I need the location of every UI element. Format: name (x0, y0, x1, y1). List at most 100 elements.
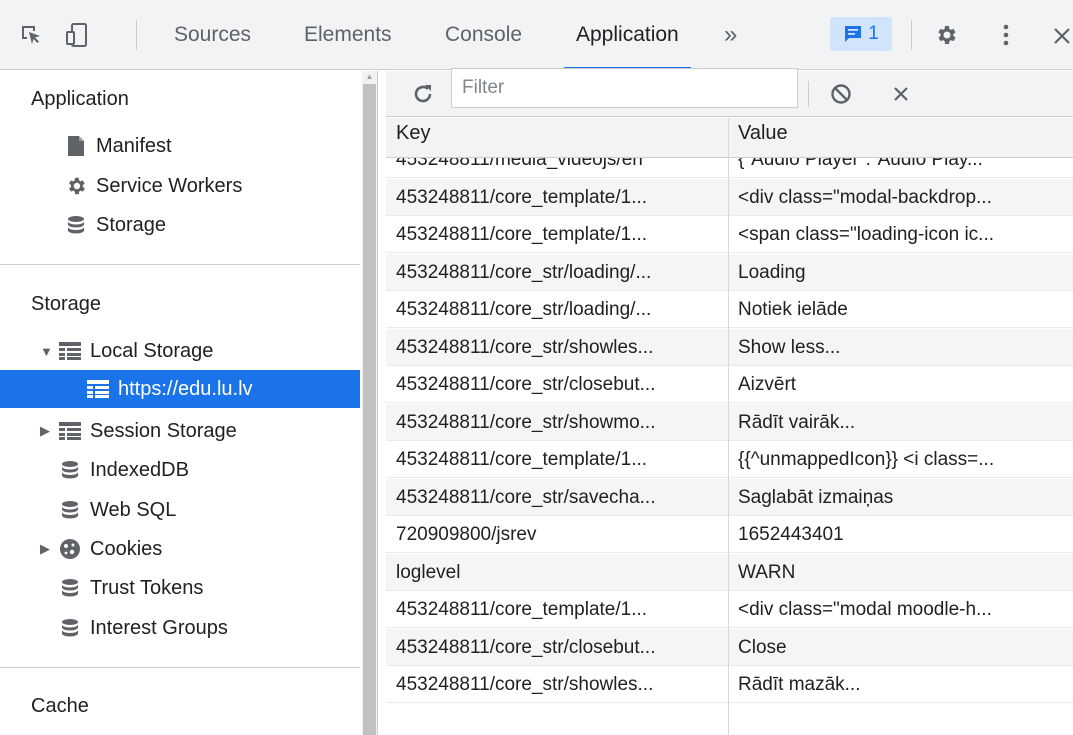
table-row[interactable]: 453248811/core_str/loading/... Loading (386, 253, 1073, 291)
sidebar-item-cookies[interactable]: ▶ Cookies (0, 530, 360, 568)
value-cell[interactable]: Saglabāt izmaiņas (738, 479, 1068, 516)
sidebar-item-label: Trust Tokens (90, 576, 204, 599)
column-divider[interactable] (728, 118, 729, 735)
value-cell[interactable]: Show less... (738, 329, 1068, 366)
section-title-storage: Storage (31, 293, 102, 315)
gear-icon (64, 174, 88, 198)
key-cell[interactable]: 453248811/core_str/showles... (396, 329, 722, 366)
value-cell[interactable]: <span class="loading-icon ic... (738, 216, 1068, 253)
database-icon (64, 213, 88, 237)
sidebar-item-service-workers[interactable]: Service Workers (0, 167, 360, 205)
sidebar-item-interest-groups[interactable]: Interest Groups (0, 609, 360, 647)
more-tabs-button[interactable]: » (724, 0, 737, 69)
table-row[interactable]: 453248811/core_str/savecha... Saglabāt iz… (386, 478, 1073, 516)
device-toolbar-icon[interactable] (60, 0, 94, 69)
value-cell[interactable]: Notiek ielāde (738, 291, 1068, 328)
sidebar-scrollbar-thumb[interactable] (363, 84, 376, 735)
table-row[interactable]: 453248811/core_str/closebut... Aizvērt (386, 366, 1073, 403)
section-title-application: Application (31, 88, 129, 110)
value-cell[interactable]: Close (738, 629, 1068, 666)
clear-all-icon[interactable] (827, 71, 855, 117)
document-icon (64, 134, 88, 158)
key-cell[interactable]: 453248811/core_template/1... (396, 216, 722, 253)
table-row[interactable]: 453248811/core_str/showles... Show less..… (386, 328, 1073, 366)
sidebar-item-session-storage[interactable]: ▶ Session Storage (0, 412, 360, 450)
sidebar-item-label: Cookies (90, 537, 163, 560)
close-devtools-icon[interactable] (1050, 0, 1072, 69)
table-row[interactable]: 453248811/core_template/1... {{^unmappedI… (386, 441, 1073, 478)
application-sidebar: Application Manifest Service Workers Sto… (0, 71, 362, 735)
key-cell[interactable]: 453248811/core_template/1... (396, 441, 722, 478)
value-cell[interactable]: Aizvērt (738, 366, 1068, 403)
table-row[interactable]: 453248811/core_template/1... <div class="… (386, 591, 1073, 628)
sidebar-item-local-origin[interactable]: https://edu.lu.lv (0, 370, 360, 408)
key-cell[interactable]: 453248811/core_str/closebut... (396, 366, 722, 403)
value-cell[interactable]: Rādīt mazāk... (738, 666, 1068, 703)
sidebar-item-label: Local Storage (90, 339, 214, 362)
expanded-arrow-icon[interactable]: ▼ (40, 344, 58, 359)
key-cell[interactable]: 453248811/core_template/1... (396, 591, 722, 628)
delete-selected-icon[interactable] (889, 71, 913, 117)
sidebar-item-label: Service Workers (96, 174, 243, 197)
key-cell[interactable]: loglevel (396, 554, 722, 591)
key-cell[interactable]: 453248811/core_str/showmo... (396, 404, 722, 441)
value-cell[interactable]: WARN (738, 554, 1068, 591)
refresh-icon[interactable] (408, 71, 438, 117)
column-header-key[interactable]: Key (396, 122, 430, 145)
tab-application[interactable]: Application (564, 0, 691, 70)
inspect-element-icon[interactable] (14, 0, 48, 69)
tab-elements[interactable]: Elements (304, 0, 392, 69)
table-grid-icon (58, 419, 82, 443)
tab-sources[interactable]: Sources (174, 0, 251, 69)
collapsed-arrow-icon[interactable]: ▶ (40, 423, 58, 439)
value-cell[interactable]: Loading (738, 254, 1068, 291)
column-header-value[interactable]: Value (738, 122, 788, 145)
value-cell[interactable]: <div class="modal-backdrop... (738, 179, 1068, 216)
sidebar-item-label: Storage (96, 213, 167, 236)
value-cell[interactable]: {{^unmappedIcon}} <i class=... (738, 441, 1068, 478)
table-row[interactable]: 453248811/core_template/1... <div class="… (386, 178, 1073, 216)
value-cell[interactable]: Rādīt vairāk... (738, 404, 1068, 441)
table-row[interactable]: 720909800/jsrev 1652443401 (386, 516, 1073, 553)
collapsed-arrow-icon[interactable]: ▶ (40, 541, 58, 557)
scroll-up-arrow-icon[interactable]: ▲ (364, 72, 375, 82)
sidebar-item-storage[interactable]: Storage (0, 206, 360, 244)
table-row[interactable]: 453248811/core_str/closebut... Close (386, 628, 1073, 666)
key-cell[interactable]: 453248811/media_videojs/en (396, 158, 722, 178)
table-row[interactable]: 453248811/core_str/showmo... Rādīt vairāk… (386, 403, 1073, 441)
key-cell[interactable]: 453248811/core_str/loading/... (396, 291, 722, 328)
cookie-icon (58, 537, 82, 561)
key-cell[interactable]: 453248811/core_str/closebut... (396, 629, 722, 666)
sidebar-item-label: Web SQL (90, 498, 177, 521)
table-grid-icon (86, 377, 110, 401)
more-options-icon[interactable] (994, 0, 1018, 69)
key-cell[interactable]: 453248811/core_str/savecha... (396, 479, 722, 516)
table-row[interactable]: 453248811/core_template/1... <span class=… (386, 216, 1073, 253)
key-cell[interactable]: 453248811/core_str/showles... (396, 666, 722, 703)
table-row[interactable]: 453248811/media_videojs/en {"Audio Player… (386, 158, 1073, 178)
devtools-tab-bar: Sources Elements Console Application » 1 (0, 0, 1073, 70)
table-row[interactable]: 453248811/core_str/showles... Rādīt mazāk… (386, 666, 1073, 703)
tab-console[interactable]: Console (445, 0, 522, 69)
key-cell[interactable]: 453248811/core_str/loading/... (396, 254, 722, 291)
table-row[interactable]: 453248811/core_str/loading/... Notiek iel… (386, 291, 1073, 328)
sidebar-item-local-storage[interactable]: ▼ Local Storage (0, 332, 360, 370)
database-icon (58, 458, 82, 482)
key-cell[interactable]: 720909800/jsrev (396, 516, 722, 553)
messages-badge[interactable]: 1 (830, 17, 892, 51)
gear-icon[interactable] (929, 0, 963, 69)
sidebar-item-indexeddb[interactable]: IndexedDB (0, 451, 360, 489)
panel-split-divider[interactable] (377, 71, 385, 735)
value-cell[interactable]: <div class="modal moodle-h... (738, 591, 1068, 628)
sidebar-item-trust-tokens[interactable]: Trust Tokens (0, 569, 360, 607)
toolbar-separator (911, 20, 912, 50)
key-cell[interactable]: 453248811/core_template/1... (396, 179, 722, 216)
database-icon (58, 616, 82, 640)
value-cell[interactable]: 1652443401 (738, 516, 1068, 553)
filter-input[interactable] (451, 68, 798, 108)
message-icon (843, 24, 863, 44)
value-cell[interactable]: {"Audio Player":"Audio Play... (738, 158, 1068, 178)
table-row[interactable]: loglevel WARN (386, 553, 1073, 591)
sidebar-item-manifest[interactable]: Manifest (0, 127, 360, 165)
sidebar-item-web-sql[interactable]: Web SQL (0, 491, 360, 529)
